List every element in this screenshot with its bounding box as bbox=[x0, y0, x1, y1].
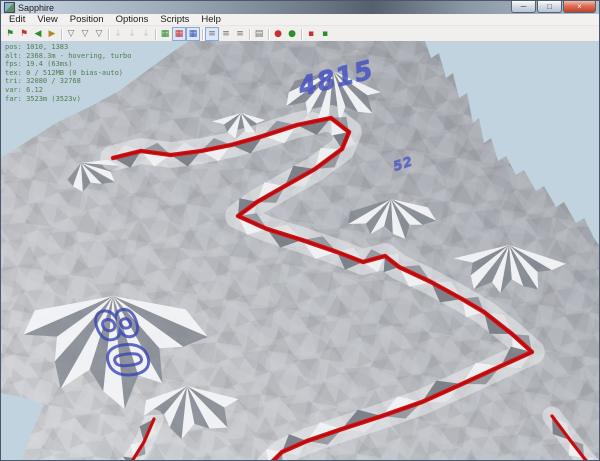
square-red-icon: ▪ bbox=[308, 29, 314, 39]
detail-mid-button[interactable]: ≡ bbox=[219, 27, 233, 41]
toolbar-separator bbox=[61, 29, 62, 40]
title-bar[interactable]: Sapphire ─□× bbox=[1, 1, 599, 14]
down-arrow-icon: ↓ bbox=[114, 29, 122, 39]
lines-icon: ≡ bbox=[208, 29, 216, 39]
close-button[interactable]: × bbox=[563, 1, 596, 13]
menu-scripts[interactable]: Scripts bbox=[154, 14, 195, 25]
overlay-red-layer-toggle[interactable]: ▦ bbox=[172, 27, 186, 41]
window-title: Sapphire bbox=[18, 3, 54, 13]
grid-blue-icon: ▦ bbox=[189, 29, 198, 39]
toolbar-separator bbox=[301, 29, 302, 40]
down-arrow-icon: ↓ bbox=[142, 29, 150, 39]
lower-lod-2-button[interactable]: ↓ bbox=[125, 27, 139, 41]
dot-red-icon: ● bbox=[274, 29, 282, 39]
grid-red-icon: ▦ bbox=[175, 29, 184, 39]
terrain-stats-button[interactable]: ▦ bbox=[158, 27, 172, 41]
detail-high-button[interactable]: ≡ bbox=[233, 27, 247, 41]
wireframe-view-3-button[interactable]: ▽ bbox=[92, 27, 106, 41]
import-terrain-button[interactable]: ◀ bbox=[31, 27, 45, 41]
flag-red-icon: ⚑ bbox=[20, 29, 28, 39]
export-arrow-icon: ▶ bbox=[49, 29, 56, 39]
square-green-icon: ▪ bbox=[322, 29, 328, 39]
wireframe-icon: ▽ bbox=[96, 29, 103, 39]
stop-capture-button[interactable]: ▪ bbox=[304, 27, 318, 41]
menu-help[interactable]: Help bbox=[195, 14, 227, 25]
detail-low-toggle[interactable]: ≡ bbox=[205, 27, 219, 41]
add-marker-green-button[interactable]: ⚑ bbox=[3, 27, 17, 41]
lines-icon: ≡ bbox=[236, 29, 244, 39]
import-arrow-icon: ◀ bbox=[35, 29, 42, 39]
app-icon bbox=[4, 2, 15, 13]
toolbar-separator bbox=[108, 29, 109, 40]
lower-lod-3-button[interactable]: ↓ bbox=[139, 27, 153, 41]
wireframe-view-1-button[interactable]: ▽ bbox=[64, 27, 78, 41]
lines-icon: ≡ bbox=[222, 29, 230, 39]
menu-view[interactable]: View bbox=[31, 14, 63, 25]
grid-icon: ▤ bbox=[255, 29, 264, 39]
add-marker-red-button[interactable]: ⚑ bbox=[17, 27, 31, 41]
menu-position[interactable]: Position bbox=[64, 14, 110, 25]
menu-bar: EditViewPositionOptionsScriptsHelp bbox=[1, 14, 599, 26]
grid-green-icon: ▦ bbox=[161, 29, 170, 39]
toolbar: ⚑ ⚑ ◀ ▶ ▽ ▽ ▽ ↓ ↓ ↓ ▦ ▦ ▦ ≡ ≡ ≡ ▤ ● ● ▪ ▪ bbox=[1, 26, 599, 41]
flag-green-icon: ⚑ bbox=[6, 29, 14, 39]
toolbar-separator bbox=[268, 29, 269, 40]
window-controls: ─□× bbox=[511, 1, 596, 13]
wireframe-view-2-button[interactable]: ▽ bbox=[78, 27, 92, 41]
set-marker-green-button[interactable]: ● bbox=[285, 27, 299, 41]
grid-toggle-button[interactable]: ▤ bbox=[252, 27, 266, 41]
toolbar-separator bbox=[155, 29, 156, 40]
wireframe-icon: ▽ bbox=[68, 29, 75, 39]
viewport-3d[interactable]: 48158052 pos: 1010, 1383alt: 2368.3m - h… bbox=[1, 41, 600, 461]
maximize-button[interactable]: □ bbox=[537, 1, 562, 13]
toolbar-separator bbox=[202, 29, 203, 40]
wireframe-icon: ▽ bbox=[82, 29, 89, 39]
toolbar-separator bbox=[249, 29, 250, 40]
menu-options[interactable]: Options bbox=[110, 14, 155, 25]
dot-green-icon: ● bbox=[288, 29, 296, 39]
menu-edit[interactable]: Edit bbox=[3, 14, 31, 25]
lower-lod-1-button[interactable]: ↓ bbox=[111, 27, 125, 41]
start-capture-button[interactable]: ▪ bbox=[318, 27, 332, 41]
terrain-render: 48158052 bbox=[1, 41, 600, 461]
overlay-blue-layer-toggle[interactable]: ▦ bbox=[186, 27, 200, 41]
export-terrain-button[interactable]: ▶ bbox=[45, 27, 59, 41]
clear-marker-red-button[interactable]: ● bbox=[271, 27, 285, 41]
down-arrow-icon: ↓ bbox=[128, 29, 136, 39]
minimize-button[interactable]: ─ bbox=[511, 1, 536, 13]
app-window: Sapphire ─□× EditViewPositionOptionsScri… bbox=[0, 0, 600, 461]
